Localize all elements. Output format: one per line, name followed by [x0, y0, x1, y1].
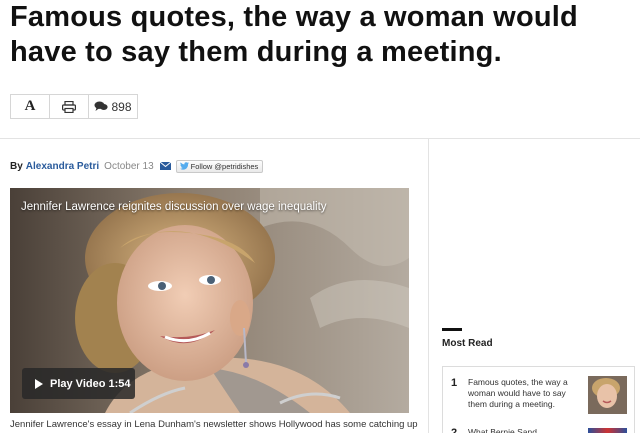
header-divider [0, 138, 640, 139]
print-button[interactable] [49, 94, 89, 119]
video-caption: Jennifer Lawrence's essay in Lena Dunham… [10, 419, 420, 430]
comments-button[interactable]: 898 [88, 94, 138, 119]
play-video-label: Play Video 1:54 [50, 377, 131, 390]
email-icon[interactable] [159, 162, 171, 170]
author-link[interactable]: Alexandra Petri [26, 161, 99, 172]
byline: By Alexandra Petri October 13 Follow @pe… [10, 158, 264, 174]
most-read-item-title[interactable]: What Bernie Sand [468, 424, 584, 433]
play-video-button[interactable]: Play Video 1:54 [22, 368, 135, 399]
most-read-item[interactable]: 1 Famous quotes, the way a woman would h… [451, 374, 631, 418]
play-icon [35, 378, 43, 389]
most-read-item-title[interactable]: Famous quotes, the way a woman would hav… [468, 374, 584, 418]
twitter-bird-icon [179, 162, 189, 170]
most-read-rank: 2 [451, 427, 458, 433]
font-size-button[interactable]: A [10, 94, 50, 119]
byline-prefix: By [10, 160, 23, 172]
most-read-thumbnail[interactable] [588, 428, 627, 433]
most-read-title: Most Read [442, 338, 493, 349]
most-read-list: 1 Famous quotes, the way a woman would h… [442, 366, 635, 433]
comment-icon [94, 101, 109, 111]
print-icon [62, 100, 76, 113]
article-toolbar: A 898 [10, 94, 138, 119]
video-player[interactable]: Jennifer Lawrence reignites discussion o… [10, 188, 409, 413]
most-read-item[interactable]: 2 What Bernie Sand [451, 424, 631, 433]
column-divider [428, 139, 429, 433]
twitter-follow-button[interactable]: Follow @petridishes [175, 159, 264, 173]
most-read-accent-bar [442, 328, 462, 331]
font-size-icon: A [24, 98, 36, 114]
article-headline: Famous quotes, the way a woman would hav… [10, 1, 578, 68]
video-title: Jennifer Lawrence reignites discussion o… [21, 201, 327, 213]
most-read-rank: 1 [451, 377, 458, 389]
follow-label: Follow @petridishes [190, 161, 259, 171]
thumbnail-image [588, 376, 627, 414]
publish-date: October 13 [104, 160, 154, 172]
comment-count: 898 [111, 99, 132, 114]
most-read-thumbnail[interactable] [588, 376, 627, 414]
